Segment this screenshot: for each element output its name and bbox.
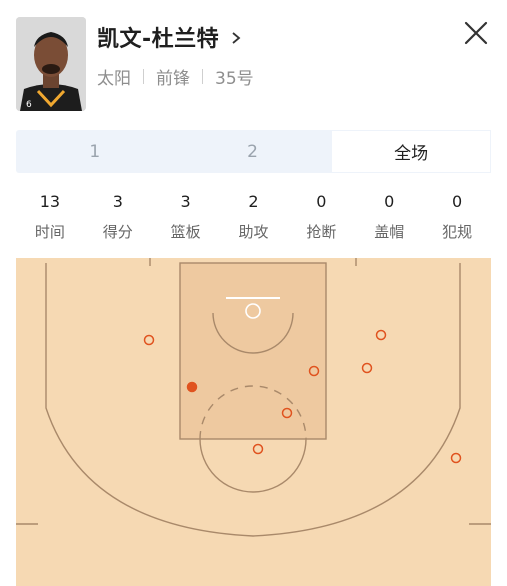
player-team: 太阳: [97, 69, 131, 89]
stat-value: 3: [112, 192, 123, 211]
stat-rebounds: 3 篮板: [152, 190, 220, 246]
stat-label: 篮板: [170, 223, 201, 241]
shot-missed-marker: [450, 452, 462, 464]
jersey-badge: 6: [26, 100, 32, 110]
stat-label: 犯规: [442, 223, 473, 241]
close-icon[interactable]: [463, 20, 489, 46]
stats-row: 13 时间 3 得分 3 篮板 2 助攻 0 抢断 0 盖帽 0 犯规: [16, 190, 491, 246]
stat-label: 抢断: [306, 223, 337, 241]
stat-label: 时间: [34, 223, 65, 241]
shot-missed-marker: [143, 334, 155, 346]
stat-steals: 0 抢断: [287, 190, 355, 246]
shot-chart-court: [16, 258, 491, 586]
shot-missed-marker: [375, 329, 387, 341]
stat-value: 3: [180, 192, 191, 211]
stat-label: 得分: [102, 223, 133, 241]
court-drawing: [16, 258, 491, 537]
player-avatar: 6: [16, 17, 86, 111]
stat-label: 助攻: [238, 223, 269, 241]
divider: [143, 69, 144, 84]
player-position: 前锋: [156, 69, 190, 89]
period-tabs: 1 2 全场: [16, 130, 492, 173]
divider: [202, 69, 203, 84]
stat-value: 0: [316, 192, 327, 211]
tab-full-game[interactable]: 全场: [331, 130, 492, 173]
shot-missed-marker: [252, 443, 264, 455]
player-header: 6 凯文-杜兰特 太阳 前锋 35号: [0, 0, 507, 122]
stat-label: 盖帽: [374, 223, 405, 241]
stat-assists: 2 助攻: [220, 190, 288, 246]
stat-value: 13: [39, 192, 61, 211]
player-name-link[interactable]: 凯文-杜兰特: [97, 22, 243, 52]
stat-points: 3 得分: [84, 190, 152, 246]
paint-area: [179, 262, 327, 440]
tab-period-2[interactable]: 2: [174, 130, 332, 173]
player-name: 凯文-杜兰特: [97, 27, 220, 52]
shot-missed-marker: [361, 362, 373, 374]
stat-blocks: 0 盖帽: [355, 190, 423, 246]
shot-made-marker: [186, 381, 198, 393]
stat-value: 0: [384, 192, 395, 211]
tab-period-1[interactable]: 1: [16, 130, 174, 173]
free-throw-circle: [199, 438, 307, 493]
stat-value: 2: [248, 192, 259, 211]
chevron-right-icon: [229, 30, 243, 44]
stat-value: 0: [451, 192, 463, 211]
stat-fouls: 0 犯规: [423, 190, 491, 246]
player-info: 太阳 前锋 35号: [97, 64, 254, 89]
stat-minutes: 13 时间: [16, 190, 84, 246]
player-number: 35号: [215, 69, 254, 89]
